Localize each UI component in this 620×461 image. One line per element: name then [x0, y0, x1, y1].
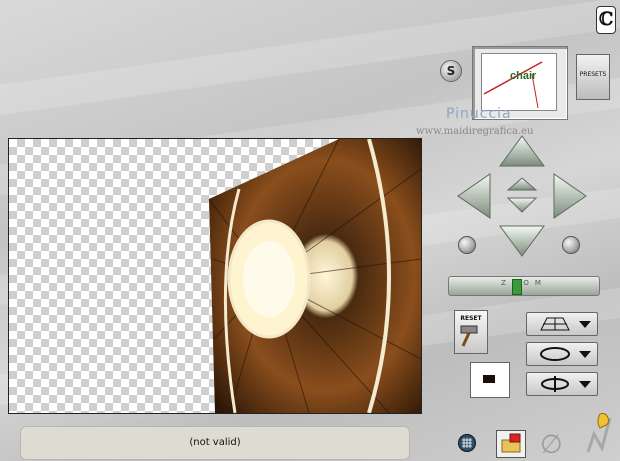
flip-mode-dropdown[interactable]: [526, 372, 598, 396]
folder-icon[interactable]: [496, 430, 526, 458]
arrow-down-icon[interactable]: [498, 222, 546, 258]
zoom-slider-thumb[interactable]: [512, 279, 522, 295]
presets-button[interactable]: PRESETS: [576, 54, 610, 100]
arrow-right-icon[interactable]: [552, 172, 588, 220]
ok-hand-icon[interactable]: [584, 412, 614, 458]
grid-icon[interactable]: [458, 434, 476, 452]
reset-label: RESET: [460, 315, 482, 322]
s-button-label: S: [446, 64, 456, 78]
rotation-mode-dropdown[interactable]: [526, 342, 598, 366]
zoom-label: ZOOM: [501, 279, 547, 287]
watermark-name: Pinuccia: [446, 106, 512, 122]
perspective-grid-icon: [540, 317, 570, 331]
zoom-slider[interactable]: ZOOM: [448, 276, 600, 296]
preset-thumb-text: chair: [510, 70, 537, 82]
rotate-left-icon[interactable]: [458, 236, 476, 254]
presets-button-label: PRESETS: [579, 71, 607, 78]
arrow-up-icon[interactable]: [498, 134, 546, 170]
flip-icon: [541, 376, 569, 392]
rotate-right-icon[interactable]: [562, 236, 580, 254]
mini-preview-thumbnail[interactable]: [470, 362, 510, 398]
preset-thumbnail: chair: [481, 53, 557, 111]
center-up-down-icon[interactable]: [504, 176, 540, 216]
status-bar: (not valid): [20, 426, 410, 460]
preview-image: [208, 139, 421, 413]
cancel-icon[interactable]: ∅: [540, 430, 563, 460]
preview-canvas[interactable]: [8, 138, 422, 414]
reset-button[interactable]: RESET: [454, 310, 488, 354]
hammer-icon: [460, 325, 478, 347]
s-button[interactable]: S: [440, 60, 462, 82]
grid-mode-dropdown[interactable]: [526, 312, 598, 336]
arrow-left-icon[interactable]: [456, 172, 492, 220]
rotate-circle-icon: [540, 347, 570, 361]
plugin-logo-icon: ℂ: [596, 6, 616, 34]
